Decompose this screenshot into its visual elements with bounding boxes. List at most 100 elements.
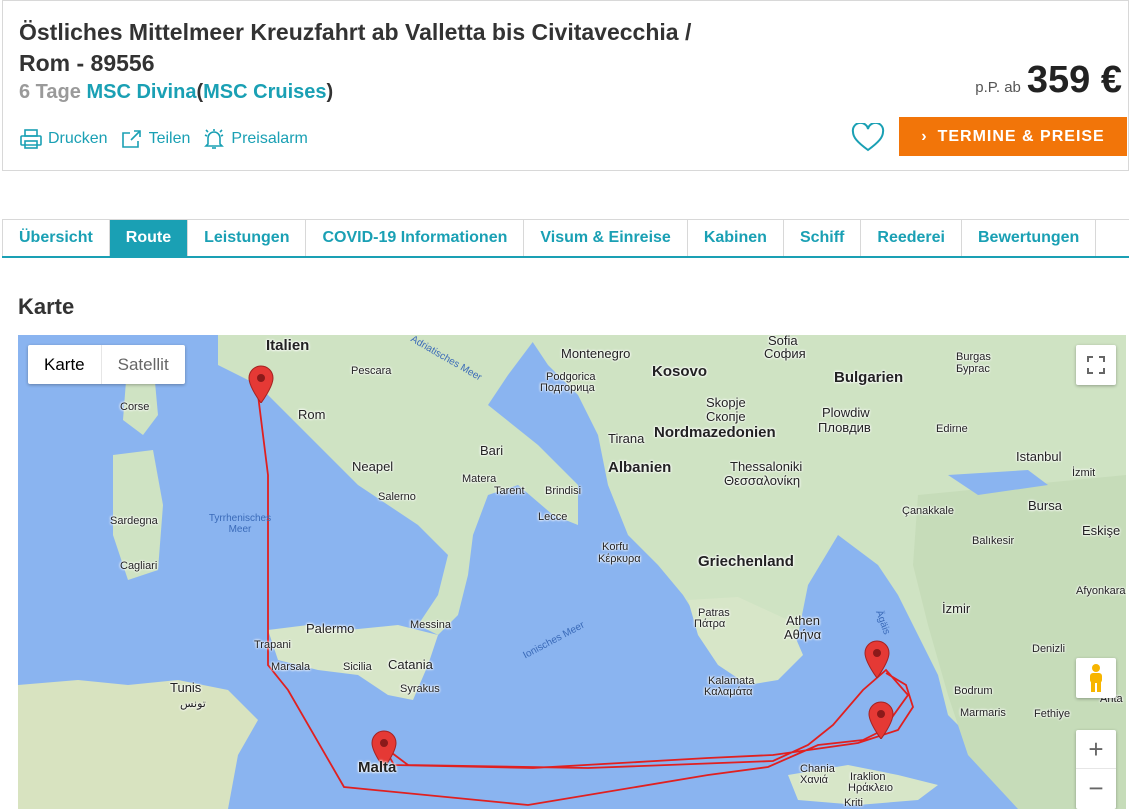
cruise-subtitle: 6 Tage MSC Divina(MSC Cruises)	[19, 81, 333, 104]
cta-label: TERMINE & PREISE	[937, 127, 1105, 145]
map-label: Neapel	[352, 459, 394, 474]
share-action[interactable]: Teilen	[120, 127, 191, 151]
map-label: Thessaloniki	[730, 459, 803, 474]
map-label: Denizli	[1032, 643, 1066, 655]
paren-close: )	[326, 81, 334, 103]
map-section-title: Karte	[18, 294, 75, 319]
tab-overview[interactable]: Übersicht	[2, 220, 110, 256]
map-label: Bari	[480, 443, 504, 458]
tab-ship[interactable]: Schiff	[784, 220, 862, 256]
zoom-out-button[interactable]: −	[1076, 769, 1116, 808]
map-label: İzmit	[1072, 467, 1096, 479]
page-title: Östliches Mittelmeer Kreuzfahrt ab Valle…	[19, 19, 692, 76]
port-marker-mykonos[interactable]	[864, 640, 890, 678]
map-label: Messina	[410, 619, 451, 631]
port-marker-civitavecchia[interactable]	[248, 365, 274, 403]
map-label: Nordmazedonien	[654, 424, 776, 441]
map-label: Çanakkale	[902, 505, 954, 517]
map-label: Sardegna	[110, 515, 158, 527]
port-marker-santorini[interactable]	[868, 701, 894, 739]
tab-route[interactable]: Route	[109, 220, 189, 256]
map-label: Burgas	[956, 351, 991, 363]
map-label: Albanien	[608, 459, 672, 476]
chevron-right-icon: ›	[921, 127, 928, 145]
map-label: Bursa	[1028, 498, 1062, 513]
map-type-control: Karte Satellit	[28, 345, 185, 384]
heart-icon[interactable]	[851, 123, 885, 153]
map-label: Salerno	[378, 491, 416, 503]
map-label: Catania	[388, 657, 433, 672]
map-label: Matera	[462, 473, 497, 485]
price-value: 359 €	[1026, 59, 1122, 101]
map-label: Kriti	[844, 797, 863, 809]
action-bar: Drucken Teilen Preisalarm	[19, 127, 308, 151]
map-label: Χανιά	[800, 774, 828, 786]
map-label: Griechenland	[698, 553, 794, 570]
zoom-in-button[interactable]: +	[1076, 730, 1116, 769]
map-label: Бургас	[956, 363, 990, 375]
map-label: İzmir	[942, 601, 971, 616]
map-label: Bulgarien	[834, 369, 904, 386]
map-label: Malta	[358, 759, 397, 776]
pegman-icon	[1090, 664, 1102, 692]
cruise-line-link[interactable]: MSC Cruises	[203, 81, 326, 103]
price-alert-action[interactable]: Preisalarm	[202, 127, 308, 151]
map-label: Edirne	[936, 423, 968, 435]
tab-services[interactable]: Leistungen	[188, 220, 307, 256]
sea-label: Tyrrhenisches Meer	[208, 513, 272, 535]
map-type-map[interactable]: Karte	[28, 345, 101, 384]
route-map[interactable]: Italien Rom Pescara Corse Neapel Bari Ma…	[18, 335, 1126, 809]
dates-prices-button[interactable]: › TERMINE & PREISE	[899, 117, 1127, 156]
map-label: Athen	[786, 613, 820, 628]
map-base	[18, 335, 1126, 809]
map-label: Подгорица	[540, 382, 595, 394]
map-label: Marmaris	[960, 707, 1006, 719]
tab-bar: Übersicht Route Leistungen COVID-19 Info…	[2, 219, 1129, 258]
map-label: Corse	[120, 401, 150, 413]
map-label: Trapani	[254, 639, 291, 651]
tab-visa[interactable]: Visum & Einreise	[524, 220, 688, 256]
map-type-satellite[interactable]: Satellit	[100, 345, 185, 384]
map-label: Plowdiw	[822, 405, 870, 420]
map-label: Palermo	[306, 621, 355, 636]
fullscreen-button[interactable]	[1076, 345, 1116, 385]
map-label: Θεσσαλονίκη	[724, 473, 801, 488]
map-label: Ηράκλειο	[848, 782, 894, 794]
map-label: Marsala	[271, 661, 311, 673]
street-view-button[interactable]	[1076, 658, 1116, 698]
ship-link[interactable]: MSC Divina	[86, 81, 196, 103]
print-action[interactable]: Drucken	[19, 127, 108, 151]
map-label: تونس	[180, 698, 206, 710]
zoom-control: + −	[1076, 730, 1116, 809]
map-label: Bodrum	[954, 685, 993, 697]
printer-icon	[20, 129, 42, 149]
map-label: Fethiye	[1034, 708, 1071, 720]
map-label: Tunis	[170, 680, 202, 695]
map-label: Skopje	[706, 395, 746, 410]
tab-cabins[interactable]: Kabinen	[688, 220, 784, 256]
share-label: Teilen	[148, 130, 191, 147]
map-label: Eskişe	[1082, 523, 1121, 538]
map-label: Rom	[298, 407, 326, 422]
cruise-header: Östliches Mittelmeer Kreuzfahrt ab Valle…	[2, 0, 1129, 171]
map-label: Korfu	[602, 541, 629, 553]
map-label: Пловдив	[818, 420, 871, 435]
map-label: Καλαμάτα	[704, 686, 753, 698]
map-label: Cagliari	[120, 560, 158, 572]
map-label: Sicilia	[343, 661, 372, 673]
tab-cruise-line[interactable]: Reederei	[861, 220, 962, 256]
bell-icon	[204, 129, 225, 149]
map-label: Afyonkara	[1076, 585, 1126, 597]
price-alert-label: Preisalarm	[231, 130, 308, 147]
map-label: Lecce	[538, 511, 568, 523]
map-label: Κέρκυρα	[598, 553, 641, 565]
tab-covid[interactable]: COVID-19 Informationen	[306, 220, 525, 256]
map-label: Αθήνα	[784, 627, 822, 642]
map-label: Balıkesir	[972, 535, 1015, 547]
print-label: Drucken	[48, 130, 108, 147]
price-prefix: p.P. ab	[975, 79, 1021, 96]
map-label: Italien	[266, 337, 310, 354]
share-icon	[121, 130, 141, 148]
price-box: p.P. ab 359 €	[975, 59, 1122, 102]
tab-reviews[interactable]: Bewertungen	[962, 220, 1097, 256]
